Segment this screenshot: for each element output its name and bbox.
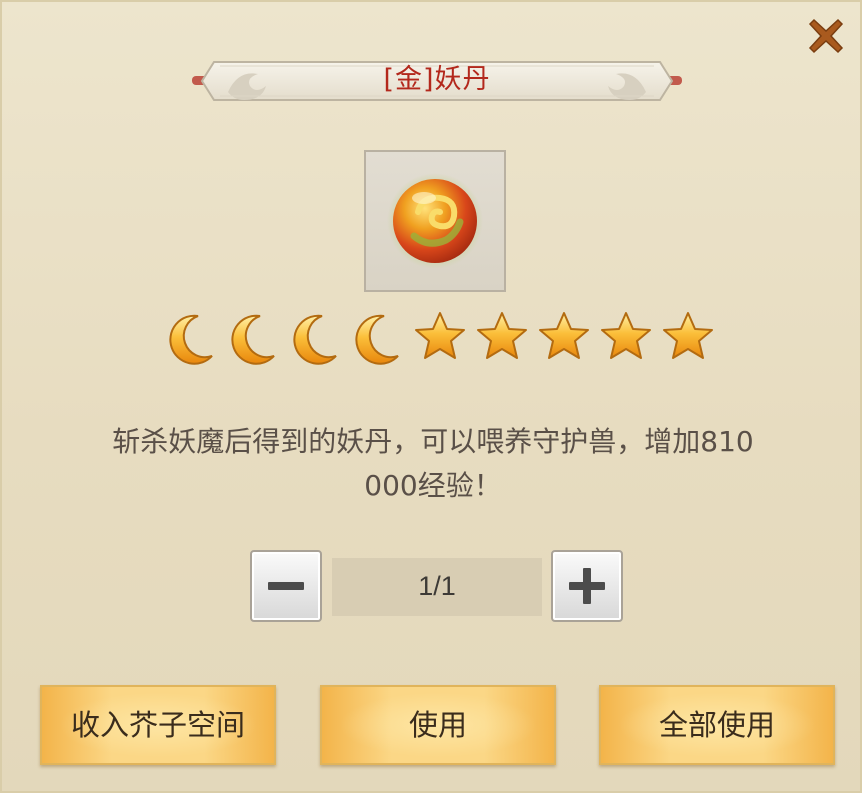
minus-icon xyxy=(268,582,304,590)
crescent-moon-icon xyxy=(286,306,346,372)
quantity-increase-button[interactable] xyxy=(551,550,623,622)
title-banner: [金]妖丹 xyxy=(192,52,682,110)
plus-icon xyxy=(569,568,605,604)
close-x-icon xyxy=(808,18,844,54)
star-icon xyxy=(472,306,532,372)
demon-pill-orb-icon xyxy=(387,173,483,269)
item-title: [金]妖丹 xyxy=(383,64,491,95)
store-to-bag-button[interactable]: 收入芥子空间 xyxy=(40,685,276,765)
item-description: 斩杀妖魔后得到的妖丹，可以喂养守护兽，增加810 000经验！ xyxy=(32,420,834,508)
item-rating xyxy=(162,306,722,372)
star-icon xyxy=(596,306,656,372)
star-icon xyxy=(410,306,470,372)
crescent-moon-icon xyxy=(162,306,222,372)
description-line-1: 斩杀妖魔后得到的妖丹，可以喂养守护兽，增加810 xyxy=(112,425,754,458)
use-button[interactable]: 使用 xyxy=(320,685,556,765)
quantity-decrease-button[interactable] xyxy=(250,550,322,622)
star-icon xyxy=(534,306,594,372)
use-all-button[interactable]: 全部使用 xyxy=(599,685,835,765)
item-icon-slot xyxy=(364,150,506,292)
item-detail-dialog: [金]妖丹 斩杀妖魔后得到的妖丹，可以喂养守护兽，增加810 000经验！ 1/… xyxy=(0,0,862,793)
crescent-moon-icon xyxy=(348,306,408,372)
description-line-2: 000经验！ xyxy=(364,469,502,502)
quantity-display: 1/1 xyxy=(332,558,542,616)
close-button[interactable] xyxy=(806,16,846,56)
crescent-moon-icon xyxy=(224,306,284,372)
star-icon xyxy=(658,306,718,372)
